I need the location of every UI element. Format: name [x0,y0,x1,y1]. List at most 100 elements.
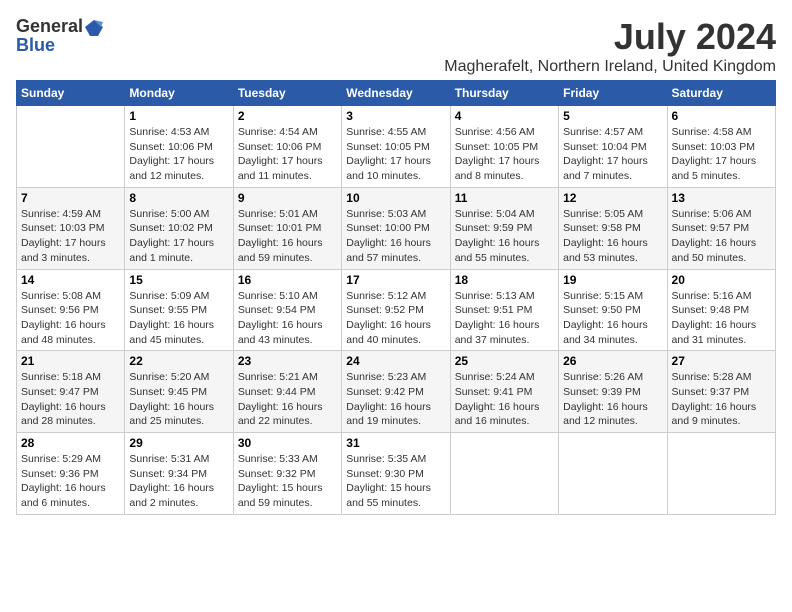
calendar-cell: 26 Sunrise: 5:26 AM Sunset: 9:39 PM Dayli… [559,351,667,433]
calendar-cell: 13Sunrise: 5:06 AM Sunset: 9:57 PM Dayli… [667,187,775,269]
title-block: July 2024 Magherafelt, Northern Ireland,… [444,16,776,76]
cell-date: 1 [129,109,228,123]
cell-info: Sunrise: 5:09 AM Sunset: 9:55 PM Dayligh… [129,289,228,348]
cell-info: Sunrise: 5:13 AM Sunset: 9:51 PM Dayligh… [455,289,554,348]
cell-info: Sunrise: 5:28 AM Sunset: 9:37 PM Dayligh… [672,370,771,429]
cell-info: Sunrise: 5:21 AM Sunset: 9:44 PM Dayligh… [238,370,337,429]
cell-info: Sunrise: 5:18 AM Sunset: 9:47 PM Dayligh… [21,370,120,429]
calendar-cell: 9Sunrise: 5:01 AM Sunset: 10:01 PM Dayli… [233,187,341,269]
cell-info: Sunrise: 5:10 AM Sunset: 9:54 PM Dayligh… [238,289,337,348]
cell-date: 29 [129,436,228,450]
logo-general: General [16,16,83,37]
cell-date: 27 [672,354,771,368]
calendar-cell: 8Sunrise: 5:00 AM Sunset: 10:02 PM Dayli… [125,187,233,269]
calendar-cell: 20 Sunrise: 5:16 AM Sunset: 9:48 PM Dayli… [667,269,775,351]
calendar-cell: 25Sunrise: 5:24 AM Sunset: 9:41 PM Dayli… [450,351,558,433]
calendar-title: July 2024 [444,16,776,58]
calendar-cell: 15 Sunrise: 5:09 AM Sunset: 9:55 PM Dayli… [125,269,233,351]
cell-info: Sunrise: 5:20 AM Sunset: 9:45 PM Dayligh… [129,370,228,429]
cell-date: 18 [455,273,554,287]
cell-date: 30 [238,436,337,450]
header-cell-tuesday: Tuesday [233,81,341,106]
cell-date: 26 [563,354,662,368]
calendar-cell: 1 Sunrise: 4:53 AM Sunset: 10:06 PM Dayli… [125,106,233,188]
cell-date: 31 [346,436,445,450]
calendar-cell [667,433,775,515]
cell-info: Sunrise: 5:16 AM Sunset: 9:48 PM Dayligh… [672,289,771,348]
cell-date: 24 [346,354,445,368]
header-cell-thursday: Thursday [450,81,558,106]
calendar-cell: 6 Sunrise: 4:58 AM Sunset: 10:03 PM Dayli… [667,106,775,188]
calendar-cell: 29Sunrise: 5:31 AM Sunset: 9:34 PM Dayli… [125,433,233,515]
cell-info: Sunrise: 4:59 AM Sunset: 10:03 PM Daylig… [21,207,120,266]
cell-info: Sunrise: 4:55 AM Sunset: 10:05 PM Daylig… [346,125,445,184]
calendar-cell: 14Sunrise: 5:08 AM Sunset: 9:56 PM Dayli… [17,269,125,351]
cell-date: 14 [21,273,120,287]
header-cell-sunday: Sunday [17,81,125,106]
cell-date: 13 [672,191,771,205]
cell-info: Sunrise: 5:05 AM Sunset: 9:58 PM Dayligh… [563,207,662,266]
cell-date: 9 [238,191,337,205]
header-cell-wednesday: Wednesday [342,81,450,106]
calendar-cell: 22 Sunrise: 5:20 AM Sunset: 9:45 PM Dayli… [125,351,233,433]
cell-date: 15 [129,273,228,287]
cell-date: 17 [346,273,445,287]
cell-info: Sunrise: 4:57 AM Sunset: 10:04 PM Daylig… [563,125,662,184]
calendar-cell: 17Sunrise: 5:12 AM Sunset: 9:52 PM Dayli… [342,269,450,351]
calendar-table: SundayMondayTuesdayWednesdayThursdayFrid… [16,80,776,515]
cell-date: 20 [672,273,771,287]
cell-date: 10 [346,191,445,205]
calendar-cell: 23 Sunrise: 5:21 AM Sunset: 9:44 PM Dayli… [233,351,341,433]
cell-info: Sunrise: 5:35 AM Sunset: 9:30 PM Dayligh… [346,452,445,511]
calendar-cell [17,106,125,188]
calendar-cell: 28Sunrise: 5:29 AM Sunset: 9:36 PM Dayli… [17,433,125,515]
page-header: General Blue July 2024 Magherafelt, Nort… [16,16,776,76]
cell-date: 7 [21,191,120,205]
header-row: SundayMondayTuesdayWednesdayThursdayFrid… [17,81,776,106]
cell-info: Sunrise: 5:33 AM Sunset: 9:32 PM Dayligh… [238,452,337,511]
calendar-cell: 18 Sunrise: 5:13 AM Sunset: 9:51 PM Dayli… [450,269,558,351]
calendar-subtitle: Magherafelt, Northern Ireland, United Ki… [444,58,776,76]
cell-date: 22 [129,354,228,368]
cell-info: Sunrise: 5:00 AM Sunset: 10:02 PM Daylig… [129,207,228,266]
calendar-cell: 30 Sunrise: 5:33 AM Sunset: 9:32 PM Dayli… [233,433,341,515]
cell-info: Sunrise: 5:26 AM Sunset: 9:39 PM Dayligh… [563,370,662,429]
logo-bird-icon [85,18,103,36]
calendar-cell: 3 Sunrise: 4:55 AM Sunset: 10:05 PM Dayli… [342,106,450,188]
cell-info: Sunrise: 4:56 AM Sunset: 10:05 PM Daylig… [455,125,554,184]
calendar-cell: 5 Sunrise: 4:57 AM Sunset: 10:04 PM Dayli… [559,106,667,188]
calendar-cell [450,433,558,515]
cell-info: Sunrise: 4:58 AM Sunset: 10:03 PM Daylig… [672,125,771,184]
cell-date: 4 [455,109,554,123]
cell-info: Sunrise: 5:24 AM Sunset: 9:41 PM Dayligh… [455,370,554,429]
header-cell-monday: Monday [125,81,233,106]
calendar-cell: 16Sunrise: 5:10 AM Sunset: 9:54 PM Dayli… [233,269,341,351]
calendar-row: 28Sunrise: 5:29 AM Sunset: 9:36 PM Dayli… [17,433,776,515]
calendar-cell: 19Sunrise: 5:15 AM Sunset: 9:50 PM Dayli… [559,269,667,351]
cell-date: 28 [21,436,120,450]
cell-info: Sunrise: 4:53 AM Sunset: 10:06 PM Daylig… [129,125,228,184]
calendar-cell: 7 Sunrise: 4:59 AM Sunset: 10:03 PM Dayli… [17,187,125,269]
cell-date: 23 [238,354,337,368]
cell-date: 19 [563,273,662,287]
cell-date: 3 [346,109,445,123]
header-cell-friday: Friday [559,81,667,106]
calendar-cell: 12 Sunrise: 5:05 AM Sunset: 9:58 PM Dayli… [559,187,667,269]
cell-date: 6 [672,109,771,123]
calendar-cell: 11 Sunrise: 5:04 AM Sunset: 9:59 PM Dayli… [450,187,558,269]
calendar-row: 14Sunrise: 5:08 AM Sunset: 9:56 PM Dayli… [17,269,776,351]
cell-date: 12 [563,191,662,205]
calendar-cell: 31 Sunrise: 5:35 AM Sunset: 9:30 PM Dayli… [342,433,450,515]
calendar-cell [559,433,667,515]
cell-info: Sunrise: 5:04 AM Sunset: 9:59 PM Dayligh… [455,207,554,266]
cell-info: Sunrise: 4:54 AM Sunset: 10:06 PM Daylig… [238,125,337,184]
cell-date: 5 [563,109,662,123]
cell-info: Sunrise: 5:03 AM Sunset: 10:00 PM Daylig… [346,207,445,266]
calendar-cell: 4 Sunrise: 4:56 AM Sunset: 10:05 PM Dayli… [450,106,558,188]
logo: General Blue [16,16,103,56]
cell-info: Sunrise: 5:23 AM Sunset: 9:42 PM Dayligh… [346,370,445,429]
cell-date: 11 [455,191,554,205]
calendar-cell: 2Sunrise: 4:54 AM Sunset: 10:06 PM Dayli… [233,106,341,188]
logo-blue: Blue [16,35,55,56]
calendar-cell: 27 Sunrise: 5:28 AM Sunset: 9:37 PM Dayli… [667,351,775,433]
